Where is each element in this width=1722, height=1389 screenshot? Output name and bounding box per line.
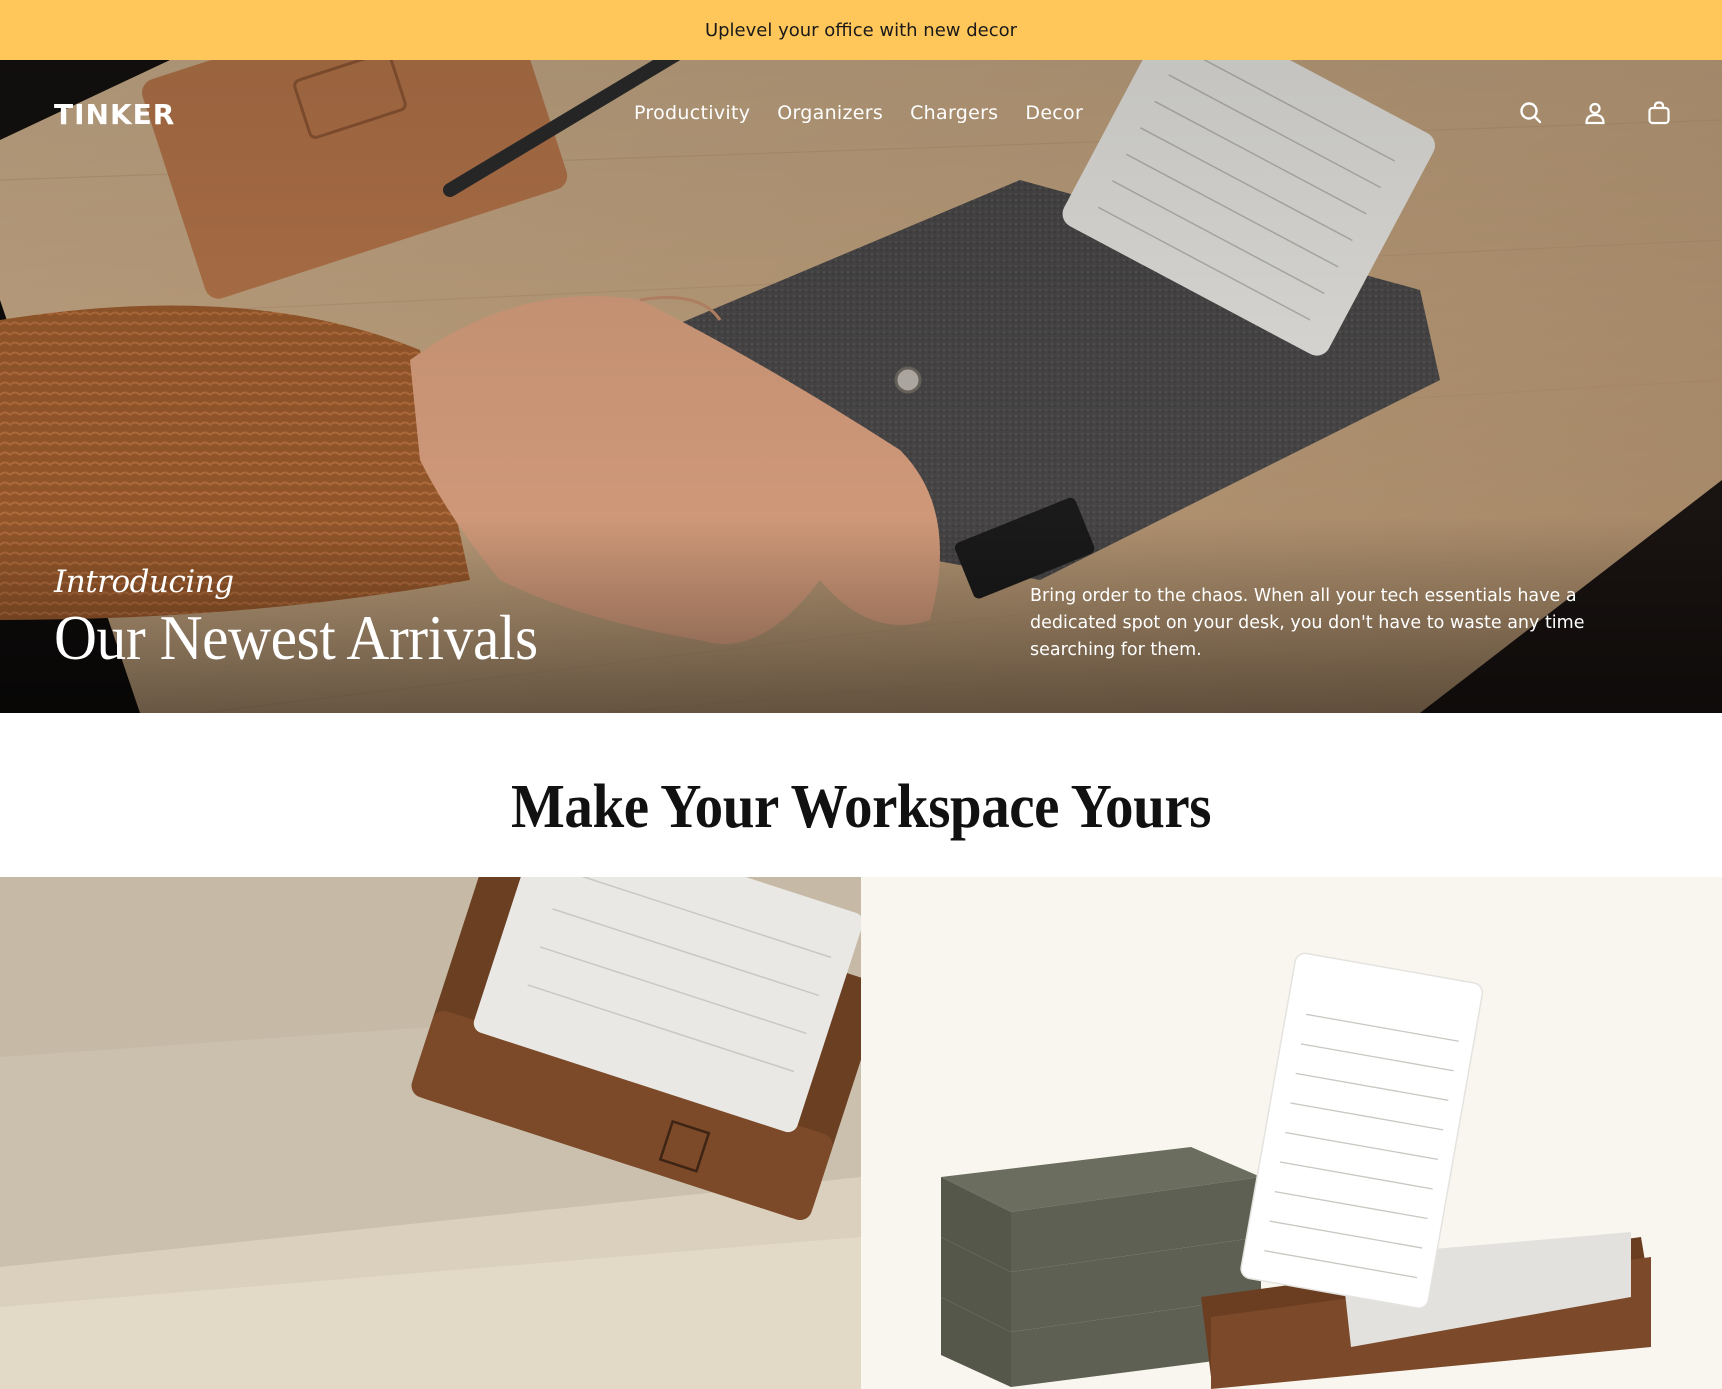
section-title: Make Your Workspace Yours [511,773,1211,841]
product-card-right[interactable] [861,877,1722,1389]
product-image-right [861,877,1722,1389]
hero-headline: Our Newest Arrivals [54,602,538,673]
cart-icon[interactable] [1646,100,1672,126]
nav-decor[interactable]: Decor [1025,102,1083,124]
announcement-bar: Uplevel your office with new decor [0,0,1722,60]
product-card-left[interactable] [0,877,861,1389]
nav-organizers[interactable]: Organizers [777,102,883,124]
hero-description: Bring order to the chaos. When all your … [1030,586,1585,660]
hero-kicker: Introducing [54,564,234,600]
hero-text: Introducing Our Newest Arrivals [54,564,574,671]
main-nav: Productivity Organizers Chargers Decor [634,102,1110,124]
site-header: TINKER Productivity Organizers Chargers … [0,60,1722,166]
search-icon[interactable] [1518,100,1544,126]
product-image-left [0,877,861,1389]
announcement-text: Uplevel your office with new decor [704,19,1018,41]
header-icons [1518,100,1672,126]
nav-chargers[interactable]: Chargers [910,102,998,124]
logo[interactable]: TINKER [54,98,175,131]
account-icon[interactable] [1582,100,1608,126]
nav-productivity[interactable]: Productivity [634,102,750,124]
